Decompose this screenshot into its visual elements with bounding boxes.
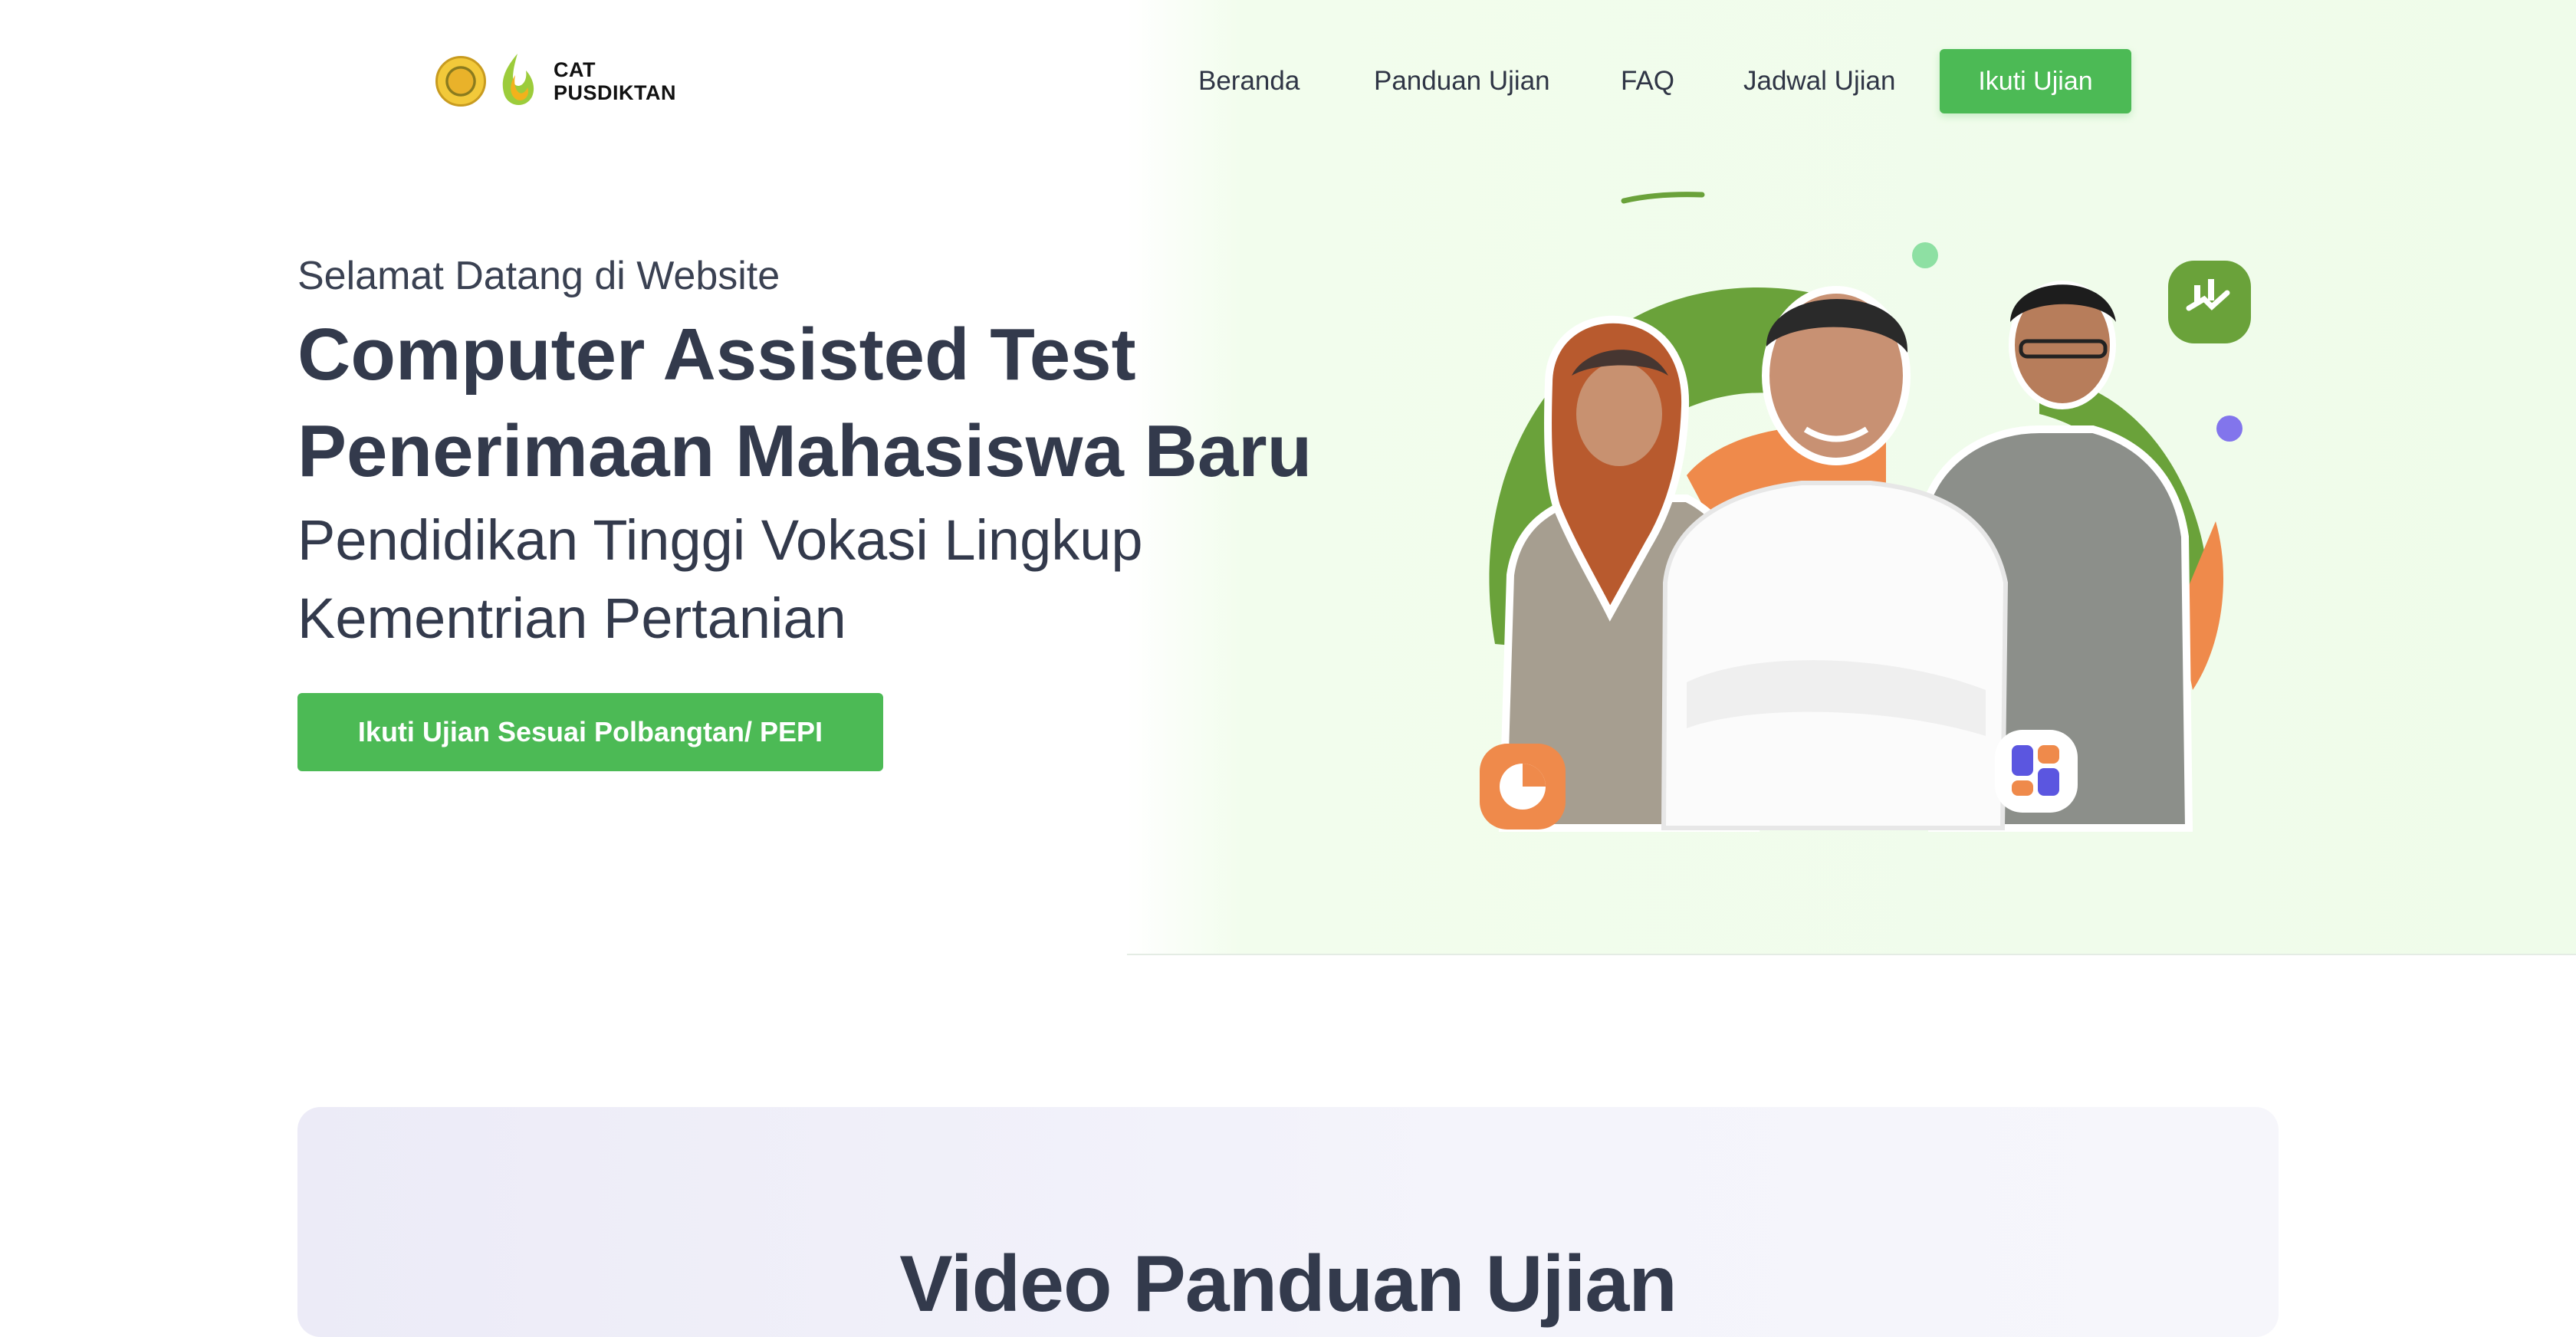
hero-subtitle: Pendidikan Tinggi Vokasi Lingkup Kementr…	[297, 501, 1143, 658]
brand-logo[interactable]: CAT PUSDIKTAN	[435, 52, 676, 110]
nav-jadwal-ujian[interactable]: Jadwal Ujian	[1743, 49, 1895, 113]
ikuti-ujian-polbangtan-button[interactable]: Ikuti Ujian Sesuai Polbangtan/ PEPI	[297, 693, 883, 771]
hero-illustration	[1480, 192, 2251, 832]
brand-name: CAT PUSDIKTAN	[554, 58, 676, 104]
video-section-title: Video Panduan Ujian	[899, 1240, 1677, 1329]
purple-dot	[2216, 416, 2242, 442]
hero-subtitle-line-1: Pendidikan Tinggi Vokasi Lingkup	[297, 508, 1143, 572]
hand-chart-icon	[2168, 261, 2251, 343]
nav-faq[interactable]: FAQ	[1621, 49, 1674, 113]
hero-title-line-2: Penerimaan Mahasiswa Baru	[297, 410, 1313, 492]
ministry-seal-icon	[435, 56, 486, 107]
dashboard-grid-icon	[1995, 730, 2078, 813]
pie-chart-icon	[1480, 744, 1566, 829]
mint-dot	[1912, 242, 1938, 268]
brand-line-1: CAT	[554, 58, 596, 81]
hero-title-line-1: Computer Assisted Test	[297, 314, 1136, 396]
hero-title: Computer Assisted Test Penerimaan Mahasi…	[297, 307, 1312, 500]
ikuti-ujian-button[interactable]: Ikuti Ujian	[1940, 49, 2131, 113]
accent-stroke	[1621, 192, 1705, 204]
welcome-text: Selamat Datang di Website	[297, 254, 780, 298]
video-section: Video Panduan Ujian	[297, 1107, 2279, 1337]
nav-beranda[interactable]: Beranda	[1198, 49, 1300, 113]
nav-panduan-ujian[interactable]: Panduan Ujian	[1374, 49, 1550, 113]
hero-subtitle-line-2: Kementrian Pertanian	[297, 586, 846, 650]
flame-logo-icon	[502, 54, 534, 106]
brand-line-2: PUSDIKTAN	[554, 81, 677, 104]
